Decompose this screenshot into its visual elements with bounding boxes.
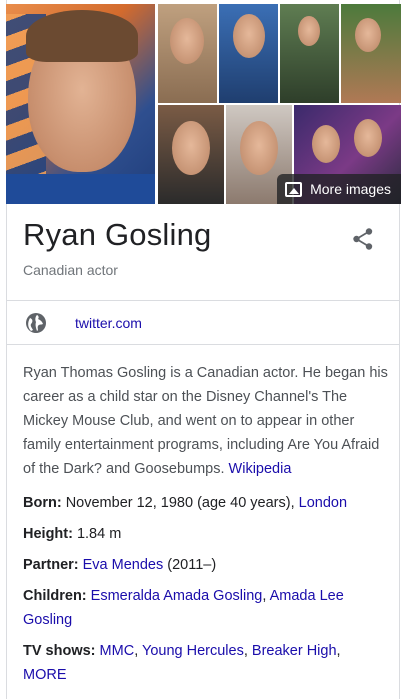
fact-born: Born: November 12, 1980 (age 40 years), … — [23, 491, 388, 515]
facts-list: Born: November 12, 1980 (age 40 years), … — [23, 491, 388, 694]
globe-icon — [26, 313, 46, 333]
separator: , — [134, 643, 139, 659]
separator: , — [336, 643, 341, 659]
separator: , — [262, 588, 267, 604]
share-icon[interactable] — [352, 227, 374, 251]
description: Ryan Thomas Gosling is a Canadian actor.… — [23, 361, 388, 481]
birthplace-link[interactable]: London — [299, 495, 347, 511]
entity-title: Ryan Gosling — [23, 217, 212, 252]
website-row: twitter.com — [25, 312, 142, 334]
divider — [7, 300, 399, 301]
fact-label: Height: — [23, 526, 73, 542]
fact-value: November 12, 1980 (age 40 years), — [65, 495, 295, 511]
fact-children: Children: Esmeralda Amada Gosling, Amada… — [23, 584, 388, 632]
partner-link[interactable]: Eva Mendes — [83, 557, 164, 573]
description-text: Ryan Thomas Gosling is a Canadian actor.… — [23, 365, 388, 477]
fact-tv-shows: TV shows: MMC, Young Hercules, Breaker H… — [23, 639, 388, 687]
fact-height: Height: 1.84 m — [23, 522, 388, 546]
thumbnail-photo[interactable] — [158, 105, 224, 204]
more-images-label: More images — [310, 181, 391, 197]
more-images-button[interactable]: More images — [277, 174, 401, 204]
fact-label: Born: — [23, 495, 62, 511]
image-icon — [285, 181, 303, 197]
divider — [7, 344, 399, 345]
child-link[interactable]: Esmeralda Amada Gosling — [91, 588, 263, 604]
fact-label: TV shows: — [23, 643, 96, 659]
tv-show-link[interactable]: MMC — [100, 643, 135, 659]
fact-partner: Partner: Eva Mendes (2011–) — [23, 553, 388, 577]
fact-label: Partner: — [23, 557, 79, 573]
thumbnail-photo[interactable] — [280, 4, 339, 103]
thumbnail-photo[interactable] — [341, 4, 401, 103]
image-grid: More images — [6, 4, 401, 204]
more-link[interactable]: MORE — [23, 667, 67, 683]
thumbnail-photo[interactable] — [158, 4, 217, 103]
separator: , — [243, 643, 248, 659]
tv-show-link[interactable]: Breaker High — [252, 643, 337, 659]
main-photo[interactable] — [6, 4, 155, 204]
tv-show-link[interactable]: Young Hercules — [142, 643, 244, 659]
website-link[interactable]: twitter.com — [75, 315, 142, 331]
fact-value: 1.84 m — [76, 526, 122, 542]
fact-value: (2011–) — [167, 557, 217, 573]
thumbnail-photo[interactable] — [219, 4, 278, 103]
wikipedia-link[interactable]: Wikipedia — [229, 461, 292, 477]
fact-label: Children: — [23, 588, 87, 604]
entity-subtitle: Canadian actor — [23, 262, 118, 278]
